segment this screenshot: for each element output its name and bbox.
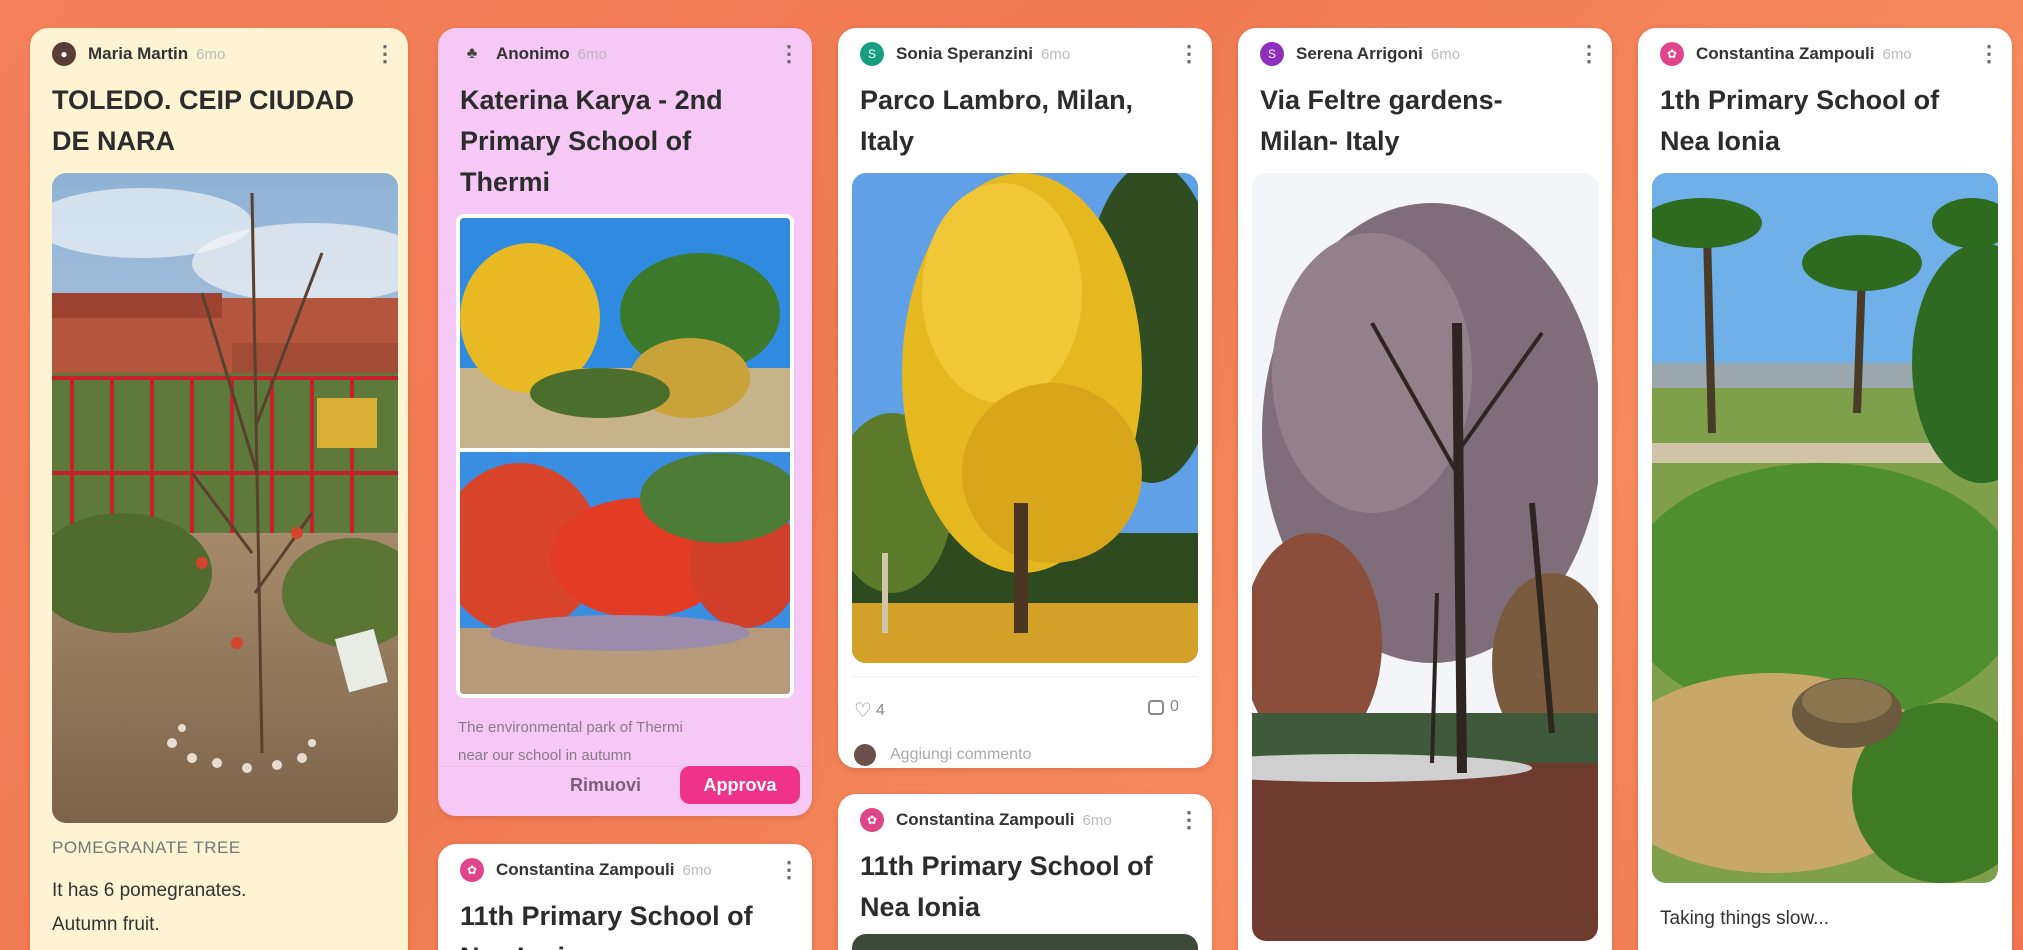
post-time: 6mo	[1882, 45, 1912, 63]
post-title: Parco Lambro, Milan, Italy	[838, 80, 1212, 162]
post-header: ✿ Constantina Zampouli 6mo ⋮	[438, 844, 812, 896]
meta-divider	[852, 676, 1198, 677]
post-time: 6mo	[1082, 811, 1112, 829]
post-subtitle: POMEGRANATE TREE	[52, 838, 241, 857]
anonymous-avatar: ♣	[466, 45, 478, 62]
post-card-sonia-speranzini[interactable]: S Sonia Speranzini 6mo ⋮ Parco Lambro, M…	[838, 28, 1212, 768]
post-card-maria-martin[interactable]: ● Maria Martin 6mo ⋮ TOLEDO. CEIP CIUDAD…	[30, 28, 408, 950]
author-name: Constantina Zampouli	[896, 810, 1075, 829]
photo-illustration	[1652, 173, 1998, 883]
post-title-line: Milan- Italy	[1260, 126, 1400, 156]
more-vertical-icon[interactable]: ⋮	[1978, 43, 2000, 65]
user-avatar: ✿	[860, 808, 884, 832]
more-vertical-icon[interactable]: ⋮	[778, 859, 800, 881]
post-card-constantina-zampouli[interactable]: ✿ Constantina Zampouli 6mo ⋮ 11th Primar…	[438, 844, 812, 950]
post-body-line: Autumn fruit.	[52, 914, 160, 935]
more-vertical-icon[interactable]: ⋮	[374, 43, 396, 65]
post-card-constantina-zampouli[interactable]: ✿ Constantina Zampouli 6mo ⋮ 1th Primary…	[1638, 28, 2012, 950]
post-header: ● Maria Martin 6mo ⋮	[30, 28, 408, 80]
post-image-parco-lambro[interactable]	[852, 173, 1198, 663]
post-body: Taking things slow...	[1660, 908, 1829, 929]
post-title: Katerina Karya - 2nd Primary School of T…	[438, 80, 812, 203]
like-number: 4	[875, 701, 885, 719]
post-title-line: Nea Ionia	[1660, 126, 1781, 156]
more-vertical-icon[interactable]: ⋮	[1578, 43, 1600, 65]
post-caption-line: The environmental park of Thermi	[458, 719, 683, 736]
user-avatar: ✿	[1660, 42, 1684, 66]
post-title-line: TOLEDO. CEIP CIUDAD	[52, 85, 355, 115]
post-time: 6mo	[1430, 45, 1461, 63]
more-vertical-icon[interactable]: ⋮	[1178, 809, 1200, 831]
author-name: Sonia Speranzini	[896, 44, 1033, 63]
post-image-thermi-park[interactable]	[456, 214, 794, 698]
author-name: Anonimo	[496, 44, 570, 63]
comment-icon[interactable]	[1148, 699, 1164, 715]
post-title-line: Nea Ionia	[860, 892, 981, 922]
photo-illustration	[52, 173, 398, 823]
post-image-preview[interactable]	[852, 934, 1198, 950]
post-image-via-feltre[interactable]	[1252, 173, 1598, 941]
add-comment-row[interactable]: Aggiungi commento	[854, 744, 1031, 766]
heart-icon[interactable]: ♡	[854, 698, 872, 723]
post-title: TOLEDO. CEIP CIUDAD DE NARA	[30, 80, 408, 162]
photo-illustration	[852, 173, 1198, 663]
post-title-line: Primary School of	[460, 126, 692, 156]
like-count[interactable]: ♡ 4	[854, 698, 885, 723]
post-time: 6mo	[682, 861, 712, 879]
post-card-constantina-zampouli[interactable]: ✿ Constantina Zampouli 6mo ⋮ 11th Primar…	[838, 794, 1212, 950]
user-avatar: ✿	[460, 858, 484, 882]
photo-illustration	[1252, 173, 1598, 941]
author-name: Constantina Zampouli	[1696, 44, 1875, 63]
post-image-pomegranate-tree[interactable]	[52, 173, 398, 823]
comment-count[interactable]: 0	[1148, 698, 1179, 716]
post-title-line: Thermi	[460, 167, 551, 197]
add-comment-input[interactable]: Aggiungi commento	[890, 746, 1031, 764]
author-name: Maria Martin	[88, 44, 189, 63]
photo-illustration	[460, 218, 790, 694]
commenter-avatar	[854, 744, 876, 766]
more-vertical-icon[interactable]: ⋮	[1178, 43, 1200, 65]
post-header: ✿ Constantina Zampouli 6mo ⋮	[1638, 28, 2012, 80]
comment-number: 0	[1170, 698, 1179, 715]
user-avatar: S	[1260, 42, 1284, 66]
remove-button[interactable]: Rimuovi	[570, 775, 641, 796]
approve-button[interactable]: Approva	[680, 766, 800, 804]
more-vertical-icon[interactable]: ⋮	[778, 43, 800, 65]
post-image-tortoise[interactable]	[1652, 173, 1998, 883]
post-body-line: It has 6 pomegranates.	[52, 880, 247, 901]
post-time: 6mo	[577, 45, 607, 63]
post-title-line: 11th Primary School of	[460, 901, 753, 931]
padlet-board: ● Maria Martin 6mo ⋮ TOLEDO. CEIP CIUDAD…	[0, 0, 2023, 950]
post-title-line: 1th Primary School of	[1660, 85, 1940, 115]
post-title-line: 11th Primary School of	[860, 851, 1153, 881]
user-avatar: S	[860, 42, 884, 66]
post-title: Via Feltre gardens- Milan- Italy	[1238, 80, 1612, 162]
post-card-serena-arrigoni[interactable]: S Serena Arrigoni 6mo ⋮ Via Feltre garde…	[1238, 28, 1612, 950]
post-title-line: Katerina Karya - 2nd	[460, 85, 723, 115]
post-title: 11th Primary School of Nea Ionia	[438, 896, 812, 950]
post-title-line: Italy	[860, 126, 915, 156]
post-header: ♣ Anonimo 6mo ⋮	[438, 28, 812, 80]
user-avatar: ●	[52, 42, 76, 66]
post-time: 6mo	[196, 45, 226, 63]
author-name: Constantina Zampouli	[496, 860, 675, 879]
author-name: Serena Arrigoni	[1296, 44, 1423, 63]
post-caption: The environmental park of Thermi near ou…	[458, 714, 683, 770]
post-title-line: DE NARA	[52, 126, 176, 156]
post-header: S Sonia Speranzini 6mo ⋮	[838, 28, 1212, 80]
post-title: 11th Primary School of Nea Ionia	[838, 846, 1212, 928]
post-title-line: Nea Ionia	[460, 937, 790, 950]
post-title-line: Via Feltre gardens-	[1260, 85, 1503, 115]
post-header: ✿ Constantina Zampouli 6mo ⋮	[838, 794, 1212, 846]
post-card-anonimo[interactable]: ♣ Anonimo 6mo ⋮ Katerina Karya - 2nd Pri…	[438, 28, 812, 816]
post-header: S Serena Arrigoni 6mo ⋮	[1238, 28, 1612, 80]
post-title-line: Parco Lambro, Milan,	[860, 85, 1134, 115]
post-title: 1th Primary School of Nea Ionia	[1638, 80, 2012, 162]
post-time: 6mo	[1040, 45, 1071, 63]
post-body: It has 6 pomegranates. Autumn fruit.	[52, 874, 246, 942]
